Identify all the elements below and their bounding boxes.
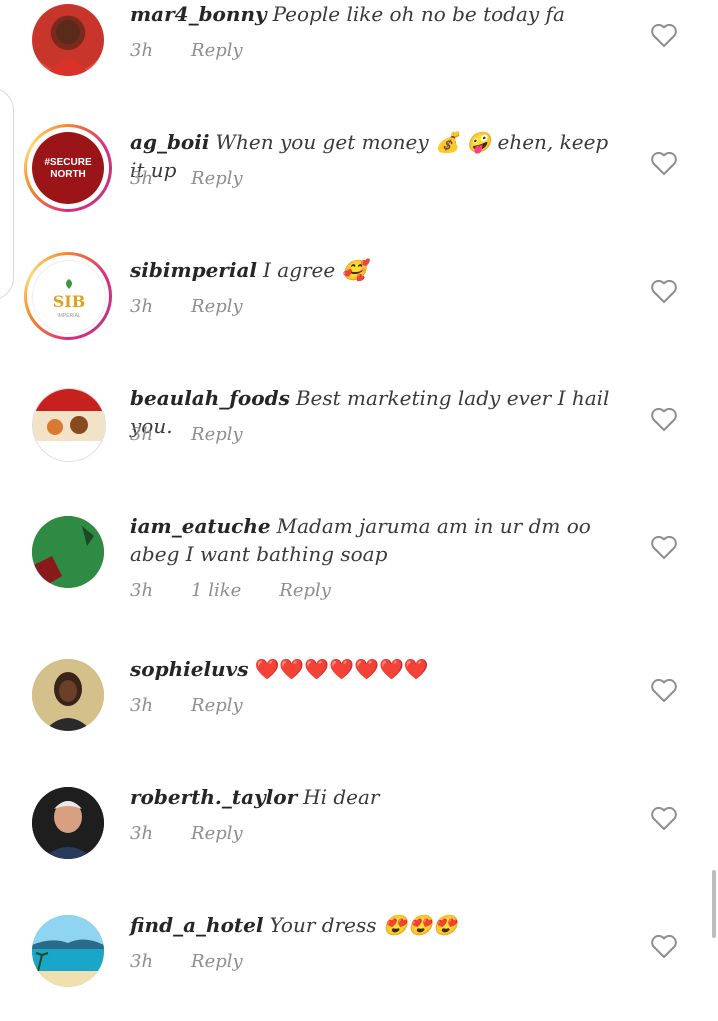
comment-time: 3h — [130, 580, 154, 601]
comment-body: sibimperial I agree 🥰 — [130, 256, 620, 284]
heart-outline-icon[interactable] — [650, 406, 678, 432]
reply-button[interactable]: Reply — [191, 296, 243, 317]
heart-outline-icon[interactable] — [650, 22, 678, 48]
comment-time: 3h — [130, 168, 154, 189]
heart-outline-icon[interactable] — [650, 677, 678, 703]
comment-text: I agree 🥰 — [263, 258, 367, 282]
comment-text: ❤️❤️❤️❤️❤️❤️❤️ — [254, 657, 429, 681]
avatar[interactable] — [24, 380, 112, 468]
avatar[interactable] — [24, 907, 112, 995]
heart-outline-icon[interactable] — [650, 534, 678, 560]
svg-text:SIB: SIB — [53, 292, 86, 311]
comment-time: 3h — [130, 40, 154, 61]
avatar[interactable]: #SECURE NORTH — [24, 124, 112, 212]
avatar[interactable] — [24, 0, 112, 84]
heart-outline-icon[interactable] — [650, 933, 678, 959]
comment-username[interactable]: ag_boii — [130, 130, 209, 154]
woman-red-avatar-image — [46, 20, 90, 76]
comment-username[interactable]: sibimperial — [130, 258, 257, 282]
reply-button[interactable]: Reply — [191, 40, 243, 61]
comment-time: 3h — [130, 296, 154, 317]
avatar[interactable] — [24, 779, 112, 867]
reply-button[interactable]: Reply — [191, 823, 243, 844]
avatar[interactable] — [24, 508, 112, 596]
like-count[interactable]: 1 like — [191, 580, 241, 601]
svg-text:IMPERIAL: IMPERIAL — [57, 313, 81, 319]
secure-north-logo: #SECURE NORTH — [35, 135, 101, 201]
reply-button[interactable]: Reply — [191, 424, 243, 445]
beach-avatar — [32, 915, 104, 987]
svg-text:#SECURE: #SECURE — [44, 157, 92, 168]
comment-body: iam_eatuche Madam jaruma am in ur dm oo a… — [130, 512, 620, 568]
scrollbar[interactable] — [712, 870, 716, 938]
comment-username[interactable]: find_a_hotel — [130, 913, 263, 937]
reply-button[interactable]: Reply — [191, 168, 243, 189]
green-pattern-avatar — [32, 516, 104, 588]
side-drawer-edge[interactable] — [0, 88, 14, 300]
comment-text: People like oh no be today fa — [272, 2, 565, 26]
comment-time: 3h — [130, 951, 154, 972]
avatar[interactable]: SIB IMPERIAL — [24, 252, 112, 340]
reply-button[interactable]: Reply — [191, 695, 243, 716]
comment-body: mar4_bonny People like oh no be today fa — [130, 0, 620, 28]
heart-outline-icon[interactable] — [650, 278, 678, 304]
comment-body: sophieluvs ❤️❤️❤️❤️❤️❤️❤️ — [130, 655, 620, 683]
comment-username[interactable]: roberth._taylor — [130, 785, 297, 809]
comment-username[interactable]: iam_eatuche — [130, 514, 271, 538]
reply-button[interactable]: Reply — [279, 580, 331, 601]
comment-text: Your dress 😍😍😍 — [269, 913, 458, 937]
svg-text:NORTH: NORTH — [50, 169, 86, 180]
comment-username[interactable]: beaulah_foods — [130, 386, 290, 410]
comment-body: roberth._taylor Hi dear — [130, 783, 620, 811]
man-avatar — [32, 787, 104, 859]
heart-outline-icon[interactable] — [650, 805, 678, 831]
comment-text: Hi dear — [303, 785, 380, 809]
heart-outline-icon[interactable] — [650, 150, 678, 176]
avatar[interactable] — [24, 651, 112, 739]
reply-button[interactable]: Reply — [191, 951, 243, 972]
comment-body: find_a_hotel Your dress 😍😍😍 — [130, 911, 620, 939]
beaulah-foods-logo — [33, 389, 105, 461]
comment-time: 3h — [130, 823, 154, 844]
comment-username[interactable]: sophieluvs — [130, 657, 248, 681]
comment-username[interactable]: mar4_bonny — [130, 2, 267, 26]
comment-time: 3h — [130, 424, 154, 445]
comment-time: 3h — [130, 695, 154, 716]
sib-logo: SIB IMPERIAL — [53, 279, 86, 319]
woman-avatar — [32, 659, 104, 731]
